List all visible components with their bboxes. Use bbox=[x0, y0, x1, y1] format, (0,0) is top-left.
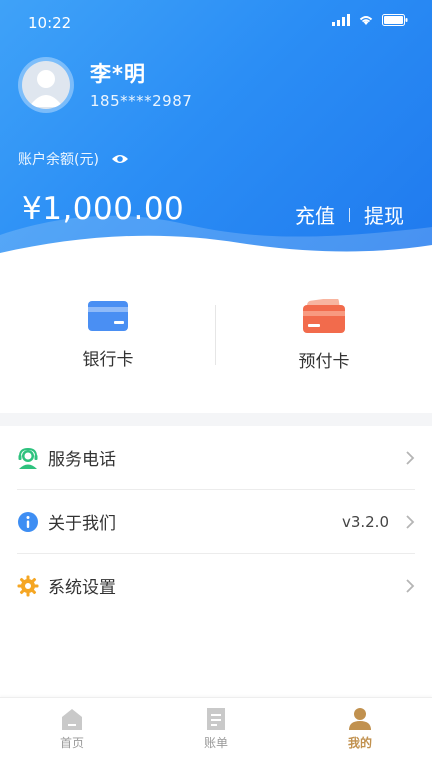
profile-header: 10:22 李*明 185****2987 账户余额(元) ¥1,000.00 … bbox=[0, 0, 432, 275]
card-entries: 银行卡 预付卡 bbox=[0, 275, 432, 413]
info-icon bbox=[18, 511, 38, 532]
withdraw-button[interactable]: 提现 bbox=[364, 200, 404, 229]
avatar[interactable] bbox=[18, 57, 74, 113]
prepaid-card-icon bbox=[303, 299, 345, 333]
bank-card-label: 银行卡 bbox=[82, 350, 134, 370]
chevron-right-icon bbox=[406, 579, 415, 593]
app-version: v3.2.0 bbox=[341, 512, 389, 531]
tab-home[interactable]: 首页 bbox=[0, 698, 144, 758]
bank-card-entry[interactable]: 银行卡 bbox=[0, 275, 216, 413]
gear-icon bbox=[17, 575, 39, 596]
status-time: 10:22 bbox=[28, 14, 72, 32]
section-gap bbox=[0, 413, 432, 426]
user-phone: 185****2987 bbox=[90, 92, 193, 110]
menu-item-service-phone[interactable]: 服务电话 bbox=[17, 426, 415, 490]
customer-service-icon bbox=[18, 447, 38, 469]
signal-icon bbox=[332, 14, 350, 26]
status-icons bbox=[332, 14, 408, 26]
menu-item-about-us[interactable]: 关于我们 v3.2.0 bbox=[17, 490, 415, 554]
avatar-placeholder-icon bbox=[22, 61, 70, 109]
menu-label-service-phone: 服务电话 bbox=[48, 450, 116, 470]
battery-icon bbox=[382, 14, 408, 26]
settings-menu: 服务电话 关于我们 v3.2.0 系统设置 bbox=[0, 426, 432, 617]
recharge-button[interactable]: 充值 bbox=[295, 200, 335, 229]
tab-mine[interactable]: 我的 bbox=[288, 698, 432, 758]
tab-bill-label: 账单 bbox=[203, 736, 228, 750]
chevron-right-icon bbox=[406, 451, 415, 465]
tab-home-label: 首页 bbox=[59, 736, 84, 750]
actions-divider bbox=[349, 207, 350, 222]
user-name: 李*明 bbox=[90, 62, 146, 86]
balance-actions: 充值 提现 bbox=[295, 200, 404, 229]
status-bar: 10:22 bbox=[0, 0, 432, 44]
eye-icon[interactable] bbox=[111, 153, 129, 165]
balance-label-row: 账户余额(元) bbox=[18, 149, 129, 169]
tab-mine-label: 我的 bbox=[347, 736, 372, 750]
home-icon bbox=[62, 709, 82, 730]
profile-icon bbox=[349, 708, 371, 730]
bill-icon bbox=[207, 708, 225, 730]
menu-label-system-settings: 系统设置 bbox=[48, 578, 116, 598]
prepaid-card-entry[interactable]: 预付卡 bbox=[216, 275, 432, 413]
balance-label: 账户余额(元) bbox=[18, 152, 99, 168]
wifi-icon bbox=[359, 16, 373, 25]
chevron-right-icon bbox=[406, 515, 415, 529]
menu-item-system-settings[interactable]: 系统设置 bbox=[17, 554, 415, 617]
tab-bill[interactable]: 账单 bbox=[144, 698, 288, 758]
prepaid-card-label: 预付卡 bbox=[298, 352, 350, 372]
menu-label-about-us: 关于我们 bbox=[48, 514, 116, 534]
bottom-tab-bar: 首页 账单 我的 bbox=[0, 697, 432, 769]
bank-card-icon bbox=[88, 301, 128, 331]
balance-amount: ¥1,000.00 bbox=[22, 191, 185, 227]
